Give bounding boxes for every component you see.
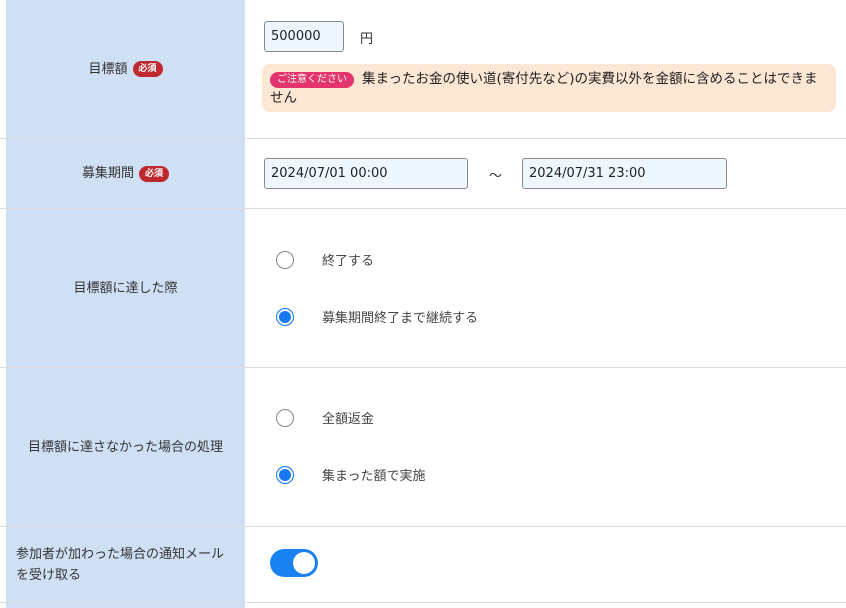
notice-badge: ご注意ください [270,72,354,88]
notify-content [246,527,846,602]
required-badge: 必須 [139,165,170,182]
radio-option-label: 集まった額で実施 [322,469,426,484]
on-reach-label: 目標額に達した際 [6,209,245,367]
radio-button[interactable] [276,250,294,269]
notify-label-text: 参加者が加わった場合の通知メールを受け取る [16,546,225,583]
next-row-label [6,603,245,608]
target-amount-input[interactable] [264,21,344,52]
on-not-reach-content: 全額返金 集まった額で実施 [246,368,846,526]
notify-toggle[interactable] [270,549,318,577]
radio-button[interactable] [276,307,294,326]
campaign-settings-form: 目標額 必須 円 ご注意ください集まったお金の使い道(寄付先など)の実費以外を金… [0,0,846,608]
radio-option-label: 終了する [322,254,375,269]
target-amount-row: 目標額 必須 円 ご注意ください集まったお金の使い道(寄付先など)の実費以外を金… [0,0,846,139]
yen-unit: 円 [360,32,374,47]
target-amount-label-text: 目標額 [88,61,128,77]
period-start-input[interactable] [264,158,468,189]
period-end-input[interactable] [522,158,727,189]
period-label-text: 募集期間 [81,166,134,181]
radio-option-label: 全額返金 [322,412,375,427]
toggle-knob [293,552,315,574]
radio-button[interactable] [276,408,294,427]
period-row: 募集期間 必須 〜 [0,139,846,209]
radio-option-label: 募集期間終了まで継続する [322,311,479,326]
radio-option-refund[interactable]: 全額返金 [276,408,374,427]
next-row [0,603,846,608]
period-separator: 〜 [489,169,503,184]
radio-option-proceed[interactable]: 集まった額で実施 [276,465,425,484]
period-content: 〜 [246,139,846,208]
radio-option-continue[interactable]: 募集期間終了まで継続する [276,307,478,326]
on-reach-content: 終了する 募集期間終了まで継続する [246,209,846,367]
on-not-reach-label: 目標額に達さなかった場合の処理 [6,368,245,526]
on-reach-label-text: 目標額に達した際 [73,280,178,296]
required-badge: 必須 [132,61,163,77]
on-not-reach-label-text: 目標額に達さなかった場合の処理 [27,439,223,455]
notify-row: 参加者が加わった場合の通知メールを受け取る [0,527,846,603]
target-amount-label: 目標額 必須 [6,0,245,138]
on-reach-row: 目標額に達した際 終了する 募集期間終了まで継続する [0,209,846,368]
notify-label: 参加者が加わった場合の通知メールを受け取る [6,527,245,602]
on-not-reach-row: 目標額に達さなかった場合の処理 全額返金 集まった額で実施 [0,368,846,527]
radio-button[interactable] [276,465,294,484]
radio-option-end[interactable]: 終了する [276,250,374,269]
notice-box: ご注意ください 集まったお金の使い道(寄付先など)の実費以外を金額に含めることはで… [262,64,836,112]
period-label: 募集期間 必須 [6,139,245,208]
target-amount-content: 円 ご注意ください集まったお金の使い道(寄付先など)の実費以外を金額に含めること… [246,0,846,138]
